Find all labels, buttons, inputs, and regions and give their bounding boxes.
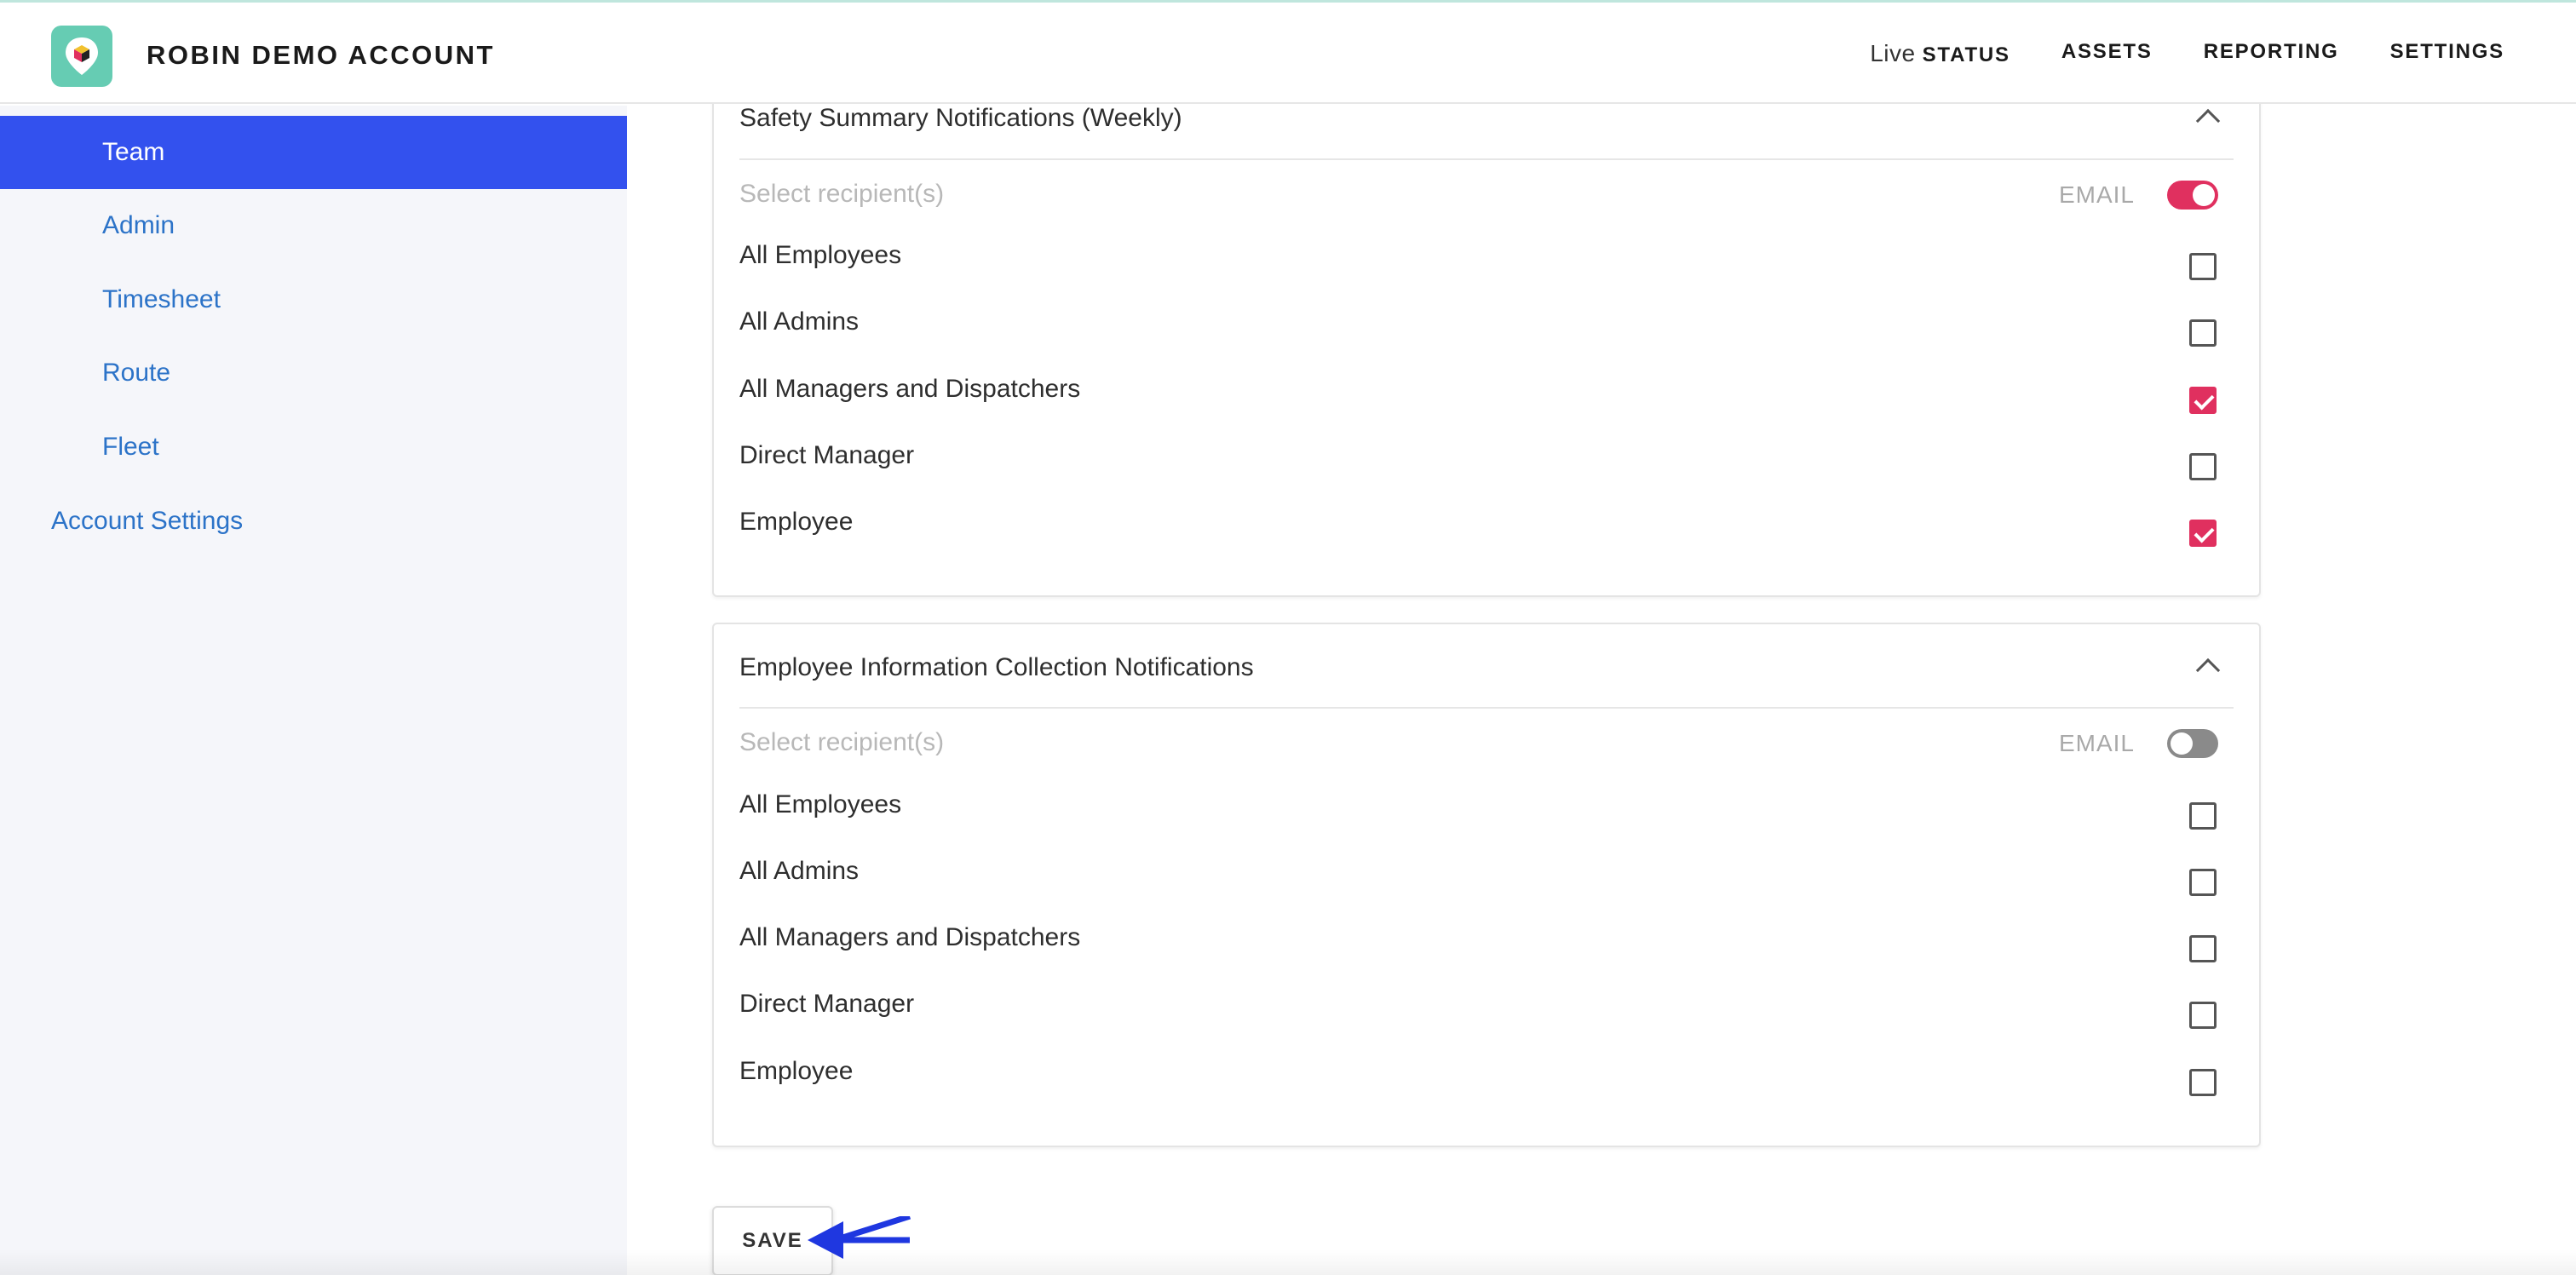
nav-assets[interactable]: ASSETS — [2061, 40, 2153, 67]
recipient-row: All Employees — [739, 790, 2234, 857]
recipient-row: All Admins — [739, 307, 2234, 374]
recipient-label: Employee — [739, 508, 854, 536]
chevron-up-icon[interactable] — [2195, 658, 2221, 683]
recipient-row: All Employees — [739, 241, 2234, 307]
top-header: ROBIN DEMO ACCOUNT Live STATUS ASSETS REP… — [0, 0, 2576, 104]
chevron-up-icon[interactable] — [2195, 108, 2221, 134]
sidebar-item-route[interactable]: Route — [0, 336, 627, 410]
card-divider — [739, 158, 2234, 160]
recipient-checkbox[interactable] — [2189, 1002, 2217, 1029]
map-pin-cube-icon — [66, 37, 98, 75]
recipient-row: All Admins — [739, 857, 2234, 923]
recipient-checkbox[interactable] — [2189, 319, 2217, 347]
sidebar-item-team[interactable]: Team — [0, 116, 627, 189]
nav-live-prefix: Live — [1870, 40, 1916, 66]
nav-live-status[interactable]: Live STATUS — [1870, 40, 2010, 67]
recipient-checkbox[interactable] — [2189, 1069, 2217, 1096]
nav-reporting[interactable]: REPORTING — [2204, 40, 2339, 67]
recipient-label: All Admins — [739, 857, 860, 885]
recipient-label: Employee — [739, 1057, 854, 1085]
recipient-label: All Admins — [739, 307, 860, 336]
recipient-row: Employee — [739, 1057, 2234, 1123]
recipient-label: All Employees — [739, 790, 902, 818]
email-toggle[interactable] — [2167, 729, 2218, 758]
email-toggle[interactable] — [2167, 181, 2218, 210]
recipient-label: All Employees — [739, 241, 902, 269]
card-divider — [739, 707, 2234, 709]
recipient-label: All Managers and Dispatchers — [739, 923, 1081, 951]
notification-card-employee-info: Employee Information Collection Notifica… — [712, 623, 2261, 1147]
recipient-label: Direct Manager — [739, 441, 915, 469]
sidebar-item-label: Timesheet — [102, 285, 221, 313]
email-label: EMAIL — [2058, 181, 2135, 208]
sidebar: Team Admin Timesheet Route Fleet Account… — [0, 106, 627, 1275]
recipient-row: Direct Manager — [739, 990, 2234, 1056]
recipient-row: Direct Manager — [739, 441, 2234, 508]
recipient-checkbox[interactable] — [2189, 520, 2217, 547]
recipient-row: All Managers and Dispatchers — [739, 375, 2234, 441]
recipient-label: All Managers and Dispatchers — [739, 375, 1081, 403]
sidebar-item-label: Team — [102, 138, 165, 166]
recipient-checkbox[interactable] — [2189, 869, 2217, 896]
notification-card-safety-summary: Safety Summary Notifications (Weekly) Se… — [712, 72, 2261, 597]
select-recipients-label: Select recipient(s) — [739, 728, 945, 756]
card-title: Safety Summary Notifications (Weekly) — [739, 104, 1182, 132]
sidebar-item-admin[interactable]: Admin — [0, 189, 627, 262]
nav-settings[interactable]: SETTINGS — [2390, 40, 2504, 67]
toggle-knob — [2171, 732, 2193, 755]
select-recipients-label: Select recipient(s) — [739, 180, 945, 208]
main-content: Safety Summary Notifications (Weekly) Se… — [627, 72, 2576, 1275]
sidebar-item-label: Route — [102, 359, 171, 387]
email-label: EMAIL — [2058, 730, 2135, 756]
recipient-checkbox[interactable] — [2189, 387, 2217, 414]
app-logo[interactable] — [51, 26, 112, 87]
recipient-row: Employee — [739, 508, 2234, 574]
card-title: Employee Information Collection Notifica… — [739, 653, 1254, 681]
sidebar-item-account-settings[interactable]: Account Settings — [0, 485, 627, 558]
toggle-knob — [2193, 184, 2215, 206]
sidebar-item-timesheet[interactable]: Timesheet — [0, 263, 627, 336]
recipient-checkbox[interactable] — [2189, 453, 2217, 480]
nav-status-label: STATUS — [1922, 43, 2010, 66]
top-nav: Live STATUS ASSETS REPORTING SETTINGS — [1870, 40, 2504, 67]
recipient-label: Direct Manager — [739, 990, 915, 1018]
page-bottom-shadow — [0, 1249, 2576, 1275]
recipient-checkbox[interactable] — [2189, 802, 2217, 830]
sidebar-item-fleet[interactable]: Fleet — [0, 411, 627, 484]
recipient-checkbox[interactable] — [2189, 253, 2217, 280]
recipient-checkbox[interactable] — [2189, 935, 2217, 962]
sidebar-item-label: Account Settings — [51, 507, 244, 535]
recipient-row: All Managers and Dispatchers — [739, 923, 2234, 990]
sidebar-item-label: Admin — [102, 211, 175, 239]
account-title: ROBIN DEMO ACCOUNT — [147, 40, 495, 70]
sidebar-item-label: Fleet — [102, 433, 159, 461]
